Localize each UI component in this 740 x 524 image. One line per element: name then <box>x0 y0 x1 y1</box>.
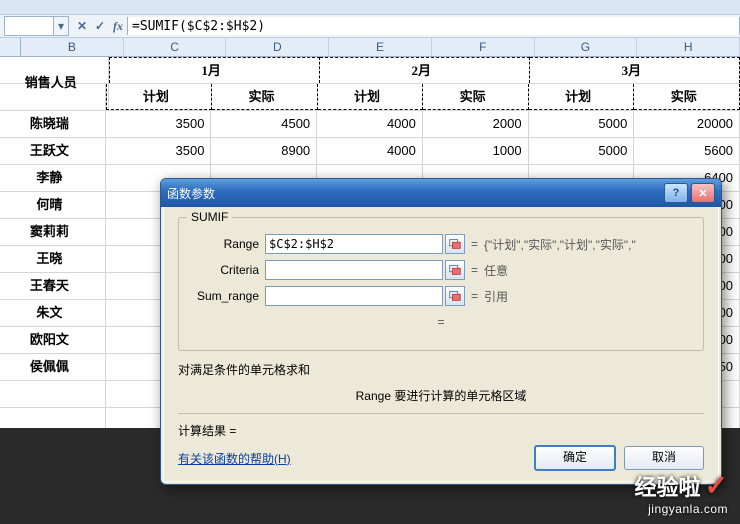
param-preview: 引用 <box>484 288 508 305</box>
param-label: Sum_range <box>189 289 265 303</box>
hdr-actual-1: 实际 <box>212 84 318 110</box>
ref-select-icon[interactable] <box>445 234 465 254</box>
param-row: Sum_range = 引用 <box>189 284 693 308</box>
header-row-2: 计划 实际 计划 实际 计划 实际 <box>0 84 740 111</box>
param-input-sum_range[interactable] <box>265 286 443 306</box>
column-headers: B C D E F G H <box>0 38 740 57</box>
dialog-titlebar[interactable]: 函数参数 ? ✕ <box>161 179 721 207</box>
accept-formula-icon[interactable]: ✓ <box>91 17 109 35</box>
name-cell[interactable]: 窦莉莉 <box>0 219 106 245</box>
cancel-button[interactable]: 取消 <box>624 446 704 470</box>
name-cell[interactable]: 朱文 <box>0 300 106 326</box>
description: 对满足条件的单元格求和 Range 要进行计算的单元格区域 <box>178 361 704 405</box>
value-cell[interactable]: 2000 <box>423 111 529 137</box>
table-row: 陈晓瑞3500450040002000500020000 <box>0 111 740 138</box>
col-header-D[interactable]: D <box>226 38 329 56</box>
equals: = <box>471 263 478 277</box>
formula-bar: ▾ ✕ ✓ fx =SUMIF($C$2:$H$2) <box>0 15 740 38</box>
col-header-B[interactable]: B <box>21 38 124 56</box>
param-row: Criteria = 任意 <box>189 258 693 282</box>
hdr-plan-2: 计划 <box>318 84 424 110</box>
col-header-G[interactable]: G <box>535 38 638 56</box>
value-cell[interactable]: 5000 <box>529 138 635 164</box>
name-cell[interactable]: 陈晓瑞 <box>0 111 106 137</box>
name-cell[interactable]: 李静 <box>0 165 106 191</box>
ribbon-strip <box>0 0 740 15</box>
dialog-help-button[interactable]: ? <box>664 183 688 203</box>
desc-line1: 对满足条件的单元格求和 <box>178 361 704 379</box>
name-cell[interactable]: 侯佩佩 <box>0 354 106 380</box>
value-cell[interactable]: 3500 <box>106 111 212 137</box>
select-all-corner[interactable] <box>0 38 21 56</box>
param-label: Criteria <box>189 263 265 277</box>
cancel-formula-icon[interactable]: ✕ <box>73 17 91 35</box>
col-header-F[interactable]: F <box>432 38 535 56</box>
name-cell[interactable]: 王跃文 <box>0 138 106 164</box>
dialog-close-button[interactable]: ✕ <box>691 183 715 203</box>
value-cell[interactable]: 1000 <box>423 138 529 164</box>
param-input-range[interactable]: $C$2:$H$2 <box>265 234 443 254</box>
desc-line2: Range 要进行计算的单元格区域 <box>178 387 704 405</box>
param-label: Range <box>189 237 265 251</box>
watermark: 经验啦✓ jingyanla.com <box>635 469 728 516</box>
param-input-criteria[interactable] <box>265 260 443 280</box>
param-preview: {"计划","实际","计划","实际"," <box>484 236 636 253</box>
name-cell[interactable]: 欧阳文 <box>0 327 106 353</box>
header-m2: 2月 <box>320 57 530 83</box>
param-row: Range$C$2:$H$2 = {"计划","实际","计划","实际"," <box>189 232 693 256</box>
value-cell[interactable]: 8900 <box>211 138 317 164</box>
check-icon: ✓ <box>705 469 728 502</box>
col-header-H[interactable]: H <box>637 38 740 56</box>
hdr-actual-3: 实际 <box>634 84 740 110</box>
watermark-text: 经验啦 <box>635 470 701 502</box>
equals: = <box>471 289 478 303</box>
result-row: 计算结果 = <box>178 413 704 439</box>
ok-button[interactable]: 确定 <box>534 445 616 471</box>
help-link[interactable]: 有关该函数的帮助(H) <box>178 450 291 467</box>
hdr-plan-3: 计划 <box>529 84 635 110</box>
table-row: 王跃文350089004000100050005600 <box>0 138 740 165</box>
header-m3: 3月 <box>530 57 740 83</box>
header-m1: 1月 <box>109 57 320 83</box>
header-row-1: 销售人员 1月 2月 3月 <box>0 57 740 84</box>
formula-input[interactable]: =SUMIF($C$2:$H$2) <box>127 17 740 35</box>
param-group: SUMIF Range$C$2:$H$2={"计划","实际","计划","实际… <box>178 217 704 351</box>
ref-select-icon[interactable] <box>445 286 465 306</box>
ref-select-icon[interactable] <box>445 260 465 280</box>
header-empty <box>0 84 106 110</box>
value-cell[interactable]: 4000 <box>317 111 423 137</box>
value-cell[interactable]: 3500 <box>106 138 212 164</box>
empty-cell[interactable] <box>0 381 106 407</box>
result-eq-mid: = <box>437 315 444 329</box>
param-preview: 任意 <box>484 262 508 279</box>
col-header-C[interactable]: C <box>124 38 227 56</box>
result-label: 计算结果 = <box>178 424 236 438</box>
hdr-actual-2: 实际 <box>423 84 529 110</box>
fx-icon[interactable]: fx <box>109 17 127 35</box>
name-box[interactable] <box>4 16 54 36</box>
name-cell[interactable]: 王春天 <box>0 273 106 299</box>
dialog-title: 函数参数 <box>167 185 215 202</box>
function-args-dialog: 函数参数 ? ✕ SUMIF Range$C$2:$H$2 = {"计划","实际"… <box>160 178 722 485</box>
col-header-E[interactable]: E <box>329 38 432 56</box>
name-box-dropdown[interactable]: ▾ <box>54 16 69 36</box>
name-cell[interactable]: 王晓 <box>0 246 106 272</box>
value-cell[interactable]: 20000 <box>634 111 740 137</box>
hdr-plan-1: 计划 <box>106 84 213 110</box>
equals: = <box>471 237 478 251</box>
value-cell[interactable]: 4000 <box>317 138 423 164</box>
value-cell[interactable]: 4500 <box>211 111 317 137</box>
name-cell[interactable]: 何晴 <box>0 192 106 218</box>
value-cell[interactable]: 5600 <box>634 138 740 164</box>
function-name: SUMIF <box>187 210 232 224</box>
value-cell[interactable]: 5000 <box>529 111 635 137</box>
watermark-url: jingyanla.com <box>635 502 728 516</box>
